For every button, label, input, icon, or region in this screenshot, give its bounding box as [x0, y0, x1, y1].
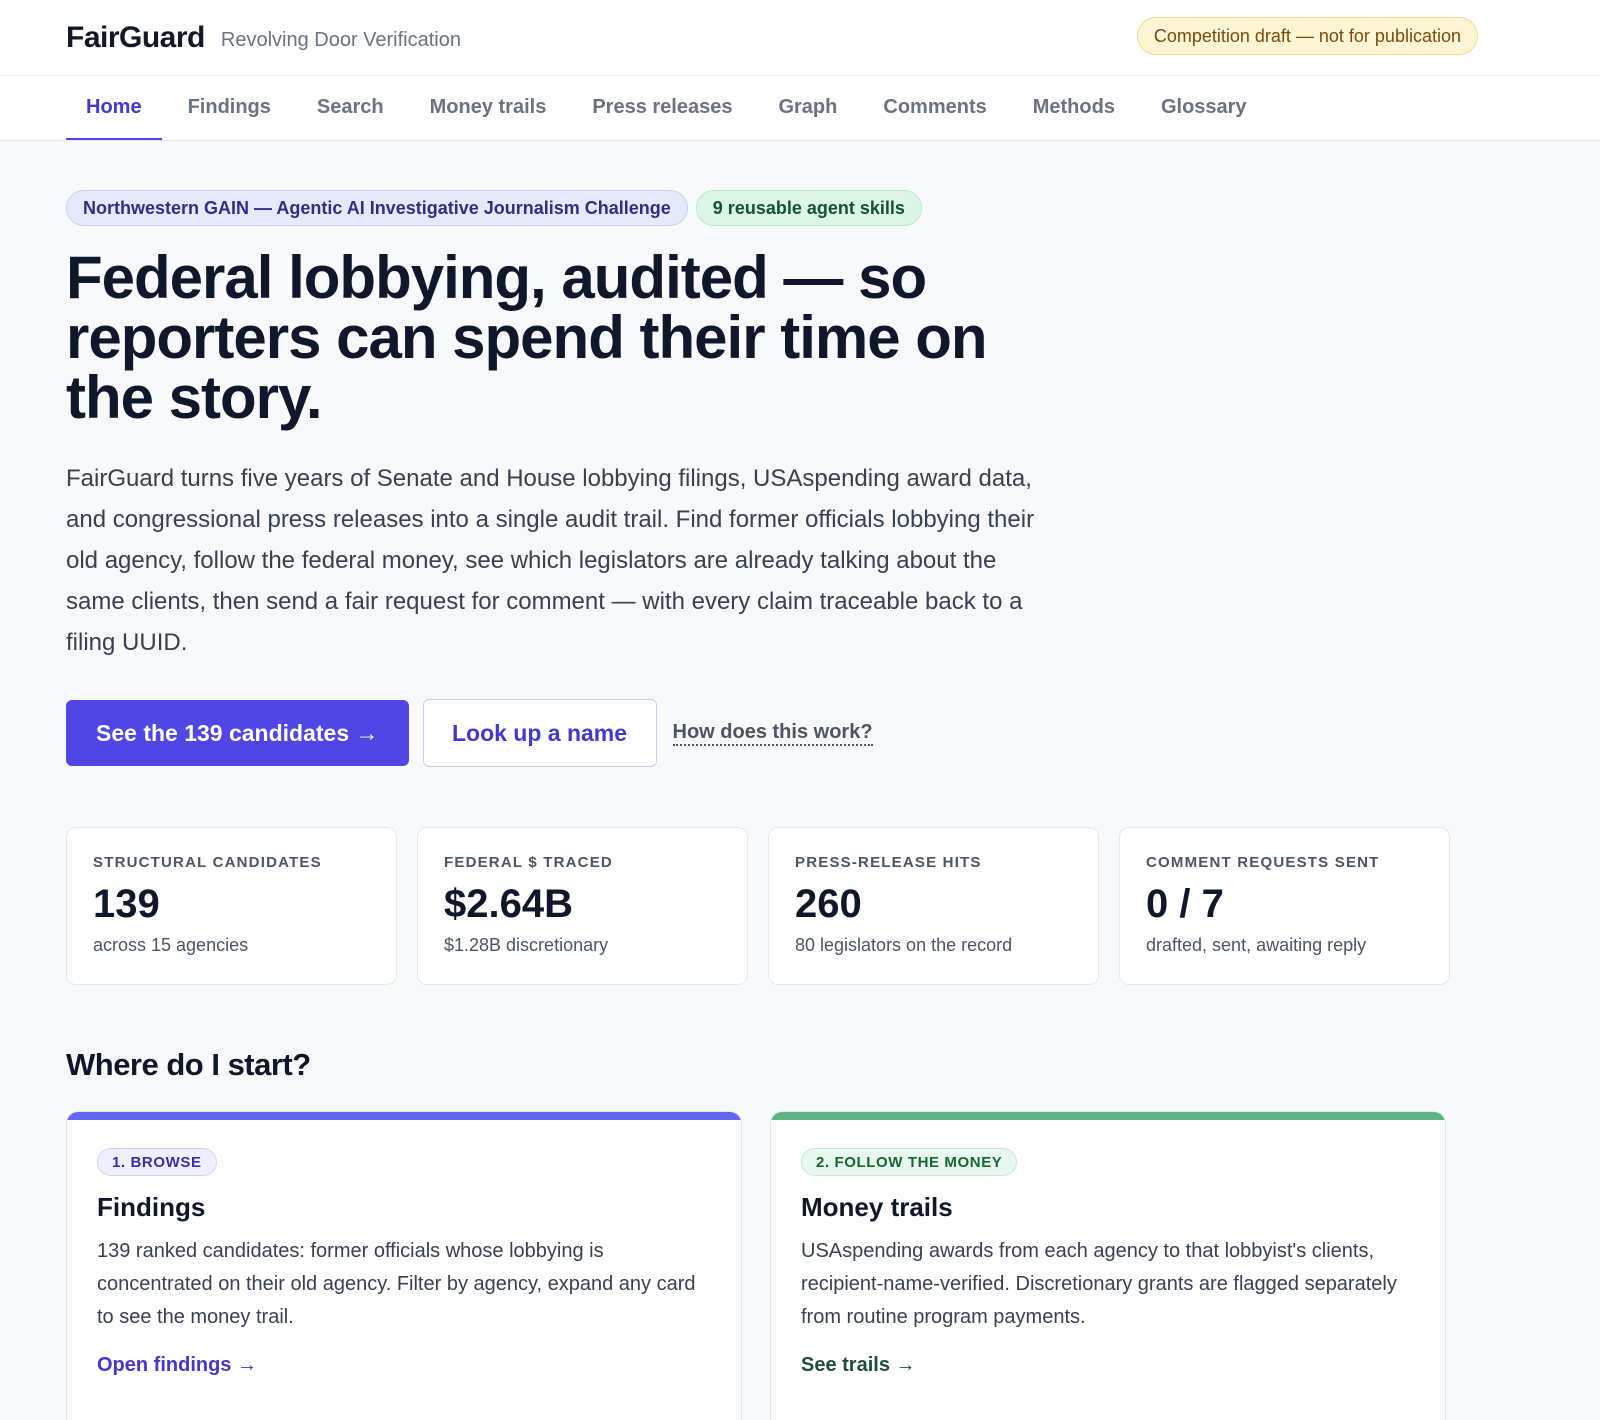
stat-label: PRESS-RELEASE HITS	[795, 854, 982, 871]
card-description: USAspending awards from each agency to t…	[801, 1240, 1397, 1328]
brand-tagline: Revolving Door Verification	[220, 29, 461, 51]
nav-search[interactable]: Search	[297, 76, 404, 140]
nav-money-trails[interactable]: Money trails	[410, 76, 567, 140]
cta-row: See the 139 candidates → Look up a name …	[66, 699, 1534, 767]
brand-logo[interactable]: FairGuard	[66, 21, 205, 55]
stat-subtext: drafted, sent, awaiting reply	[1146, 935, 1367, 955]
step-badge: 1. BROWSE	[97, 1148, 217, 1176]
hero-badges: Northwestern GAIN — Agentic AI Investiga…	[66, 190, 1534, 226]
how-does-this-work-link[interactable]: How does this work?	[672, 720, 873, 746]
card-title: Money trails	[801, 1192, 953, 1222]
start-cards: 1. BROWSE Findings 139 ranked candidates…	[66, 1111, 1534, 1420]
see-candidates-button[interactable]: See the 139 candidates →	[66, 700, 409, 766]
stat-value: 260	[795, 882, 862, 926]
look-up-name-button[interactable]: Look up a name	[422, 699, 657, 767]
see-trails-link[interactable]: See trails →	[801, 1354, 916, 1377]
card-title: Findings	[97, 1192, 206, 1222]
stat-subtext: $1.28B discretionary	[444, 935, 609, 955]
nav-comments[interactable]: Comments	[863, 76, 1006, 140]
nav-findings[interactable]: Findings	[168, 76, 291, 140]
main-nav: Home Findings Search Money trails Press …	[0, 76, 1600, 141]
main-content: Northwestern GAIN — Agentic AI Investiga…	[0, 141, 1600, 1420]
challenge-badge: Northwestern GAIN — Agentic AI Investiga…	[66, 190, 688, 226]
stat-label: STRUCTURAL CANDIDATES	[93, 854, 322, 871]
stat-value: 0 / 7	[1146, 882, 1224, 926]
money-trails-card: 2. FOLLOW THE MONEY Money trails USAspen…	[770, 1111, 1446, 1420]
stats-row: STRUCTURAL CANDIDATES 139 across 15 agen…	[66, 827, 1534, 985]
stat-value: $2.64B	[444, 882, 573, 926]
stat-subtext: 80 legislators on the record	[795, 935, 1013, 955]
hero-description: FairGuard turns five years of Senate and…	[66, 465, 1035, 656]
card-description: 139 ranked candidates: former officials …	[97, 1240, 696, 1328]
nav-press-releases[interactable]: Press releases	[572, 76, 752, 140]
nav-home[interactable]: Home	[66, 76, 162, 140]
open-findings-link[interactable]: Open findings →	[97, 1354, 257, 1377]
stat-card-press-hits: PRESS-RELEASE HITS 260 80 legislators on…	[768, 827, 1099, 985]
nav-graph[interactable]: Graph	[758, 76, 857, 140]
stat-label: COMMENT REQUESTS SENT	[1146, 854, 1380, 871]
findings-card: 1. BROWSE Findings 139 ranked candidates…	[66, 1111, 742, 1420]
nav-methods[interactable]: Methods	[1013, 76, 1135, 140]
stat-card-federal-dollars: FEDERAL $ TRACED $2.64B $1.28B discretio…	[417, 827, 748, 985]
where-to-start-heading: Where do I start?	[66, 1047, 311, 1082]
stat-subtext: across 15 agencies	[93, 935, 249, 955]
card-accent-bar	[67, 1112, 741, 1120]
stat-label: FEDERAL $ TRACED	[444, 854, 613, 871]
draft-notice-badge: Competition draft — not for publication	[1136, 17, 1478, 55]
top-bar: FairGuard Revolving Door Verification Co…	[0, 0, 1600, 76]
skills-badge: 9 reusable agent skills	[695, 190, 922, 226]
card-accent-bar	[771, 1112, 1445, 1120]
stat-value: 139	[93, 882, 160, 926]
nav-glossary[interactable]: Glossary	[1141, 76, 1267, 140]
hero-title: Federal lobbying, audited — so reporters…	[66, 244, 988, 431]
stat-card-comment-requests: COMMENT REQUESTS SENT 0 / 7 drafted, sen…	[1119, 827, 1450, 985]
step-badge: 2. FOLLOW THE MONEY	[801, 1148, 1018, 1176]
stat-card-candidates: STRUCTURAL CANDIDATES 139 across 15 agen…	[66, 827, 397, 985]
